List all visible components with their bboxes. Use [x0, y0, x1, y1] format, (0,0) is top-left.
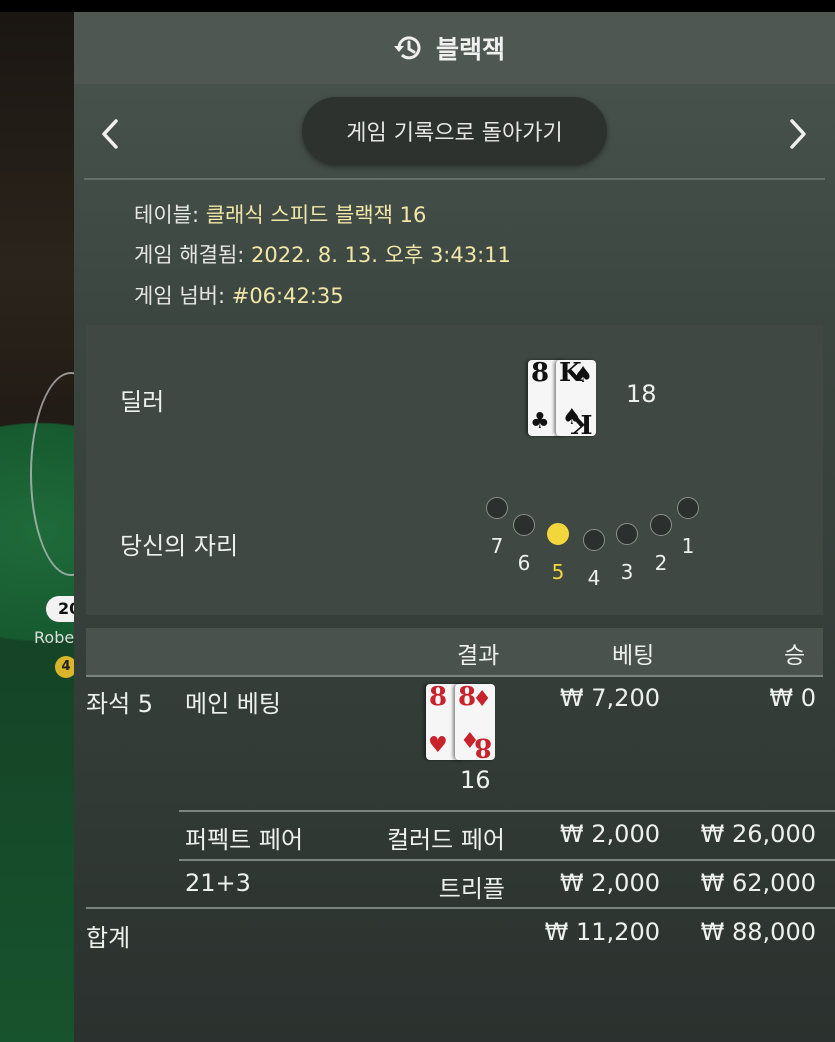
main-bet-name: 메인 베팅 [185, 690, 281, 718]
page-title: 블랙잭 [436, 35, 506, 64]
info-game-number: 게임 넘버: #06:42:35 [134, 280, 344, 310]
next-game-button[interactable] [778, 112, 818, 156]
seat-4-dot [583, 529, 605, 551]
main-seat: 좌석 5 [86, 690, 154, 718]
info-table-value: 클래식 스피드 블랙잭 16 [205, 203, 427, 227]
seat-7-number: 7 [490, 534, 504, 558]
row-divider [179, 810, 835, 812]
side-bet-1-result: 컬러드 페어 [386, 826, 505, 854]
header-title-group: 블랙잭 [392, 30, 505, 66]
seat-6-number: 6 [517, 551, 531, 575]
seat-2-dot [650, 514, 672, 536]
seat-2-number: 2 [654, 551, 668, 575]
side-bet-2-win: ₩ 62,000 [700, 869, 816, 897]
dealer-label: 딜러 [120, 388, 165, 416]
seat-1-dot [677, 497, 699, 519]
info-number-label: 게임 넘버: [134, 284, 226, 308]
hands-section: 딜러 8 ♣ K ♠ ♠ K 18 당신의 자리 7 6 5 4 3 2 1 [86, 325, 823, 615]
header-divider [86, 675, 823, 677]
info-number-value: #06:42:35 [231, 284, 344, 308]
seat-6-dot [513, 514, 535, 536]
side-bet-1-name: 퍼펙트 페어 [185, 826, 304, 854]
total-bet-amount: ₩ 11,200 [544, 918, 660, 946]
total-label: 합계 [86, 924, 131, 952]
side-bet-1-win: ₩ 26,000 [700, 820, 816, 848]
total-divider [86, 907, 835, 909]
seat-7-dot [486, 497, 508, 519]
background-table [0, 12, 112, 1042]
dealer-card-2: K ♠ ♠ K [556, 358, 596, 438]
top-bar [0, 0, 835, 12]
player-card-2: 8 ♦ ♦ 8 [455, 682, 495, 762]
row-divider [179, 859, 835, 861]
header-win: 승 [784, 643, 806, 669]
seat-5-dot [547, 523, 569, 545]
seat-3-dot [616, 523, 638, 545]
history-panel: 블랙잭 게임 기록으로 돌아가기 테이블: 클래식 스피드 블랙잭 16 게임 … [74, 12, 835, 1042]
main-win-amount: ₩ 0 [769, 684, 816, 712]
dealer-total: 18 [626, 380, 657, 408]
info-table: 테이블: 클래식 스피드 블랙잭 16 [134, 199, 426, 229]
info-resolved-label: 게임 해결됨: [134, 243, 245, 267]
side-bet-2-amount: ₩ 2,000 [559, 869, 660, 897]
previous-game-button[interactable] [90, 112, 130, 156]
seat-4-number: 4 [587, 566, 601, 590]
your-seat-label: 당신의 자리 [120, 532, 239, 560]
back-to-history-button[interactable]: 게임 기록으로 돌아가기 [302, 97, 607, 165]
panel-header: 블랙잭 [74, 12, 835, 84]
total-win-amount: ₩ 88,000 [700, 918, 816, 946]
side-bet-2-name: 21+3 [185, 869, 251, 897]
header-result: 결과 [457, 643, 500, 669]
player-name: Robe [34, 628, 75, 647]
player-hand-total: 16 [460, 766, 491, 794]
info-table-label: 테이블: [134, 203, 200, 227]
info-resolved-value: 2022. 8. 13. 오후 3:43:11 [251, 243, 511, 267]
info-resolved: 게임 해결됨: 2022. 8. 13. 오후 3:43:11 [134, 239, 511, 269]
seat-1-number: 1 [681, 534, 695, 558]
seat-3-number: 3 [620, 560, 634, 584]
header-bet: 베팅 [612, 643, 655, 669]
chevron-left-icon [102, 119, 118, 149]
divider [84, 178, 825, 180]
history-icon [394, 36, 421, 60]
side-bet-2-result: 트리플 [438, 875, 505, 903]
bets-table-header: 결과 베팅 승 [86, 628, 823, 675]
main-bet-amount: ₩ 7,200 [559, 684, 660, 712]
seat-5-number: 5 [551, 560, 565, 584]
side-bet-1-amount: ₩ 2,000 [559, 820, 660, 848]
chevron-right-icon [790, 119, 806, 149]
